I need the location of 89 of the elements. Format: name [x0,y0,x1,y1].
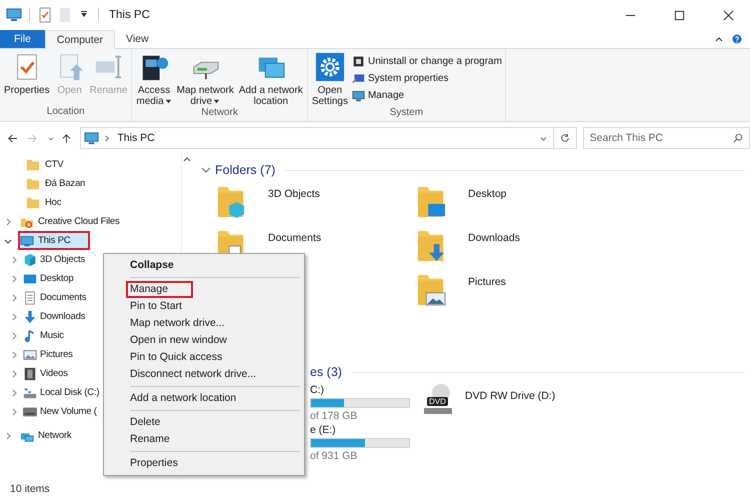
address-bar[interactable]: This PC [80,127,554,149]
sidebar-item[interactable]: CTV [0,155,181,174]
window-title: This PC [109,9,150,21]
ribbon-button[interactable]: Access media [135,52,173,107]
ribbon-item[interactable]: System properties [352,71,502,86]
cube-icon [23,252,37,266]
folder-icon [26,176,40,190]
ribbon-button[interactable]: Map network drive [176,52,235,107]
sidebar-item[interactable]: This PC [18,231,90,250]
up-arrow-icon[interactable] [60,132,72,144]
folder-icon [216,185,246,219]
drive-tile[interactable]: DVD DVD RW Drive (D:) [424,384,556,464]
folder-icon [26,158,40,172]
sidebar-item[interactable]: Creative Cloud Files [18,212,124,231]
search-field[interactable]: Search This PC [582,127,750,149]
back-arrow-icon[interactable] [7,132,18,144]
film-icon [23,366,37,380]
sidebar-item[interactable]: Desktop [21,269,78,288]
disk-drive-icon [23,404,37,418]
menu-item[interactable]: Manage [126,281,193,298]
sidebar-item[interactable]: Documents [21,288,90,307]
chevron-right-icon [103,134,110,142]
sidebar-item[interactable]: Hoc [0,193,181,212]
folder-tile[interactable]: 3D Objects [216,185,416,229]
section-header[interactable]: Folders (7) [215,163,276,177]
folder-icon [416,185,446,219]
group-label: Network [200,107,239,120]
folder-icon [416,229,446,263]
drive-label[interactable]: C:) [310,384,418,396]
picture-icon [23,348,37,362]
ribbon-button[interactable]: Properties [3,52,51,106]
checklist-icon[interactable] [37,7,53,23]
menu-item[interactable]: Add a network location [106,390,302,407]
drive-label[interactable]: e (E:) [310,424,418,436]
sidebar-item[interactable]: Local Disk (C:) [21,383,104,402]
close-icon[interactable] [723,10,734,20]
folder-tile[interactable]: Downloads [416,229,616,273]
menu-item[interactable]: Pin to Start [106,298,302,315]
menu-item[interactable]: Map network drive... [106,315,302,332]
download-arrow-icon [23,310,37,324]
sidebar-item[interactable]: 3D Objects [21,250,89,269]
search-icon [733,133,743,143]
menu-item[interactable]: Rename [106,431,302,448]
folder-icon [26,196,40,210]
drive-capacity: of 178 GB [310,410,358,422]
folder-tile[interactable]: Desktop [416,185,616,229]
maximize-icon[interactable] [674,10,685,20]
menu-item[interactable]: Collapse [106,257,302,274]
caret-icon [164,98,172,105]
folder-tile[interactable]: Pictures [416,273,616,317]
sidebar-item[interactable]: Pictures [21,345,77,364]
caret-icon[interactable] [80,11,88,19]
group-label: Location [46,106,86,119]
ribbon-item[interactable]: Uninstall or change a program [352,54,502,69]
refresh-button[interactable] [554,127,577,149]
group-label: System [388,107,424,120]
refresh-icon [560,133,570,143]
sidebar-item[interactable]: Music [21,326,68,345]
document-icon [23,290,37,304]
menu-item[interactable]: Pin to Quick access [106,349,302,366]
sidebar-item[interactable]: New Volume ( [21,402,101,421]
ribbon-button[interactable]: Open Settings [310,52,349,107]
disk-drive-icon [23,386,37,400]
help-icon[interactable] [732,34,742,44]
menu-item[interactable]: Delete [106,414,302,431]
caret-icon [213,98,220,105]
chevron-down-icon[interactable] [540,134,547,142]
section-header[interactable]: es (3) [310,365,342,379]
ribbon-tab[interactable]: File [0,30,45,48]
ribbon-button[interactable]: Add a network location [238,52,304,107]
ribbon-tab[interactable]: Computer [44,30,116,49]
settings-icon [314,52,345,82]
ribbon-item[interactable]: Manage [352,88,502,103]
drive-capacity: of 931 GB [310,450,358,462]
box-icon [352,55,365,68]
sidebar-item[interactable]: Network [18,426,76,445]
sidebar-item[interactable]: Đá Bazan [0,174,181,193]
ribbon-tab[interactable]: View [115,30,160,48]
menu-item[interactable]: Open in new window [106,332,302,349]
folder-icon [416,273,446,307]
chevron-icon[interactable] [4,236,12,244]
sidebar-item[interactable]: Downloads [21,307,90,326]
menu-item[interactable]: Disconnect network drive... [106,366,302,383]
chevron-icon[interactable] [201,165,211,175]
menu-item[interactable]: Properties [106,455,302,472]
status-text: 10 items [10,483,50,495]
music-note-icon [23,328,37,342]
sidebar-item[interactable]: Videos [21,364,72,383]
chevron-up-icon[interactable] [183,156,191,164]
